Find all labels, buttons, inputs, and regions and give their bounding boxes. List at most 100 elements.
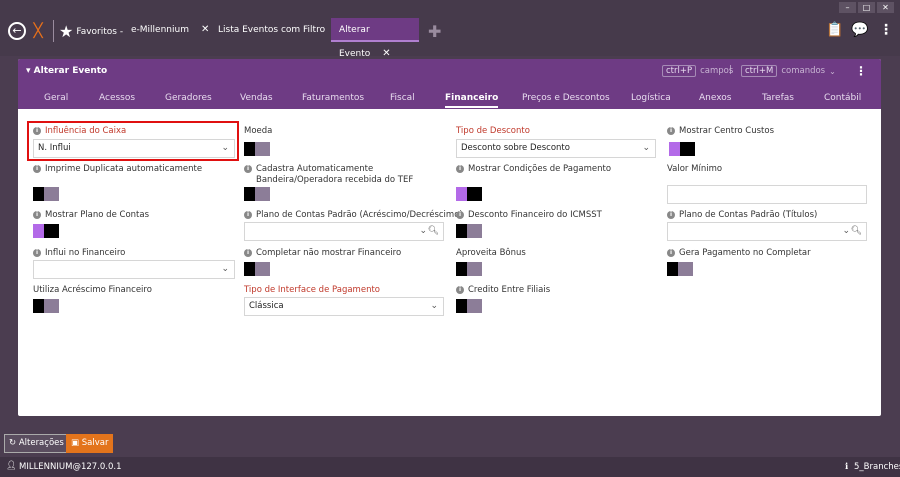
info-icon: ℹ xyxy=(845,462,849,472)
influi-financeiro-select[interactable]: ⌄ xyxy=(33,260,235,279)
tab-fiscal[interactable]: Fiscal xyxy=(390,93,415,103)
plano-acrescimo-select[interactable]: ⌄ 🔍︎ xyxy=(244,222,444,241)
mostrar-centro-custos-toggle[interactable] xyxy=(669,142,695,156)
close-button[interactable]: ✕ xyxy=(877,2,894,13)
shortcut-commands[interactable]: ctrl+M comandos ⌄ xyxy=(741,65,836,77)
tab-geral[interactable]: Geral xyxy=(44,93,68,103)
action-bar xyxy=(0,432,900,455)
alteracoes-button[interactable]: ↻ Alterações xyxy=(4,434,69,453)
shortcut-fields[interactable]: ctrl+P campos xyxy=(662,65,733,77)
tab-precos-descontos[interactable]: Preços e Descontos xyxy=(522,93,610,103)
select-value: Clássica xyxy=(249,301,284,311)
label-text: Plano de Contas Padrão (Acréscimo/Decrés… xyxy=(256,210,463,220)
tab-label: Lista Eventos com Filtro xyxy=(218,25,326,35)
chat-icon[interactable]: 💬 xyxy=(851,22,868,38)
label-text: Mostrar Plano de Contas xyxy=(45,210,150,220)
cadastra-bandeira-toggle[interactable] xyxy=(244,187,270,201)
info-icon: i xyxy=(244,211,252,219)
info-icon: i xyxy=(33,211,41,219)
completar-nao-toggle[interactable] xyxy=(244,262,270,276)
tab-e-millennium[interactable]: e-Millennium ✕ xyxy=(123,18,217,42)
tab-geradores[interactable]: Geradores xyxy=(165,93,212,103)
label-text: Aproveita Bônus xyxy=(456,248,526,258)
panel-menu-icon[interactable]: ⋮ xyxy=(855,64,867,78)
label-gera-pagamento: i Gera Pagamento no Completar xyxy=(667,248,811,259)
favorites-menu[interactable]: ★ Favoritos - xyxy=(59,22,123,41)
panel-title[interactable]: ▾ Alterar Evento xyxy=(26,66,107,76)
label-text: Moeda xyxy=(244,126,273,136)
add-tab-icon[interactable]: ✚ xyxy=(428,22,441,41)
label-text: Valor Mínimo xyxy=(667,164,723,174)
tipo-interface-select[interactable]: Clássica ⌄ xyxy=(244,297,444,316)
star-icon: ★ xyxy=(59,22,74,41)
label-text: Plano de Contas Padrão (Títulos) xyxy=(679,210,818,220)
label-tipo-interface: Tipo de Interface de Pagamento xyxy=(244,285,380,296)
label-influi-financeiro: i Influi no Financeiro xyxy=(33,248,125,259)
info-icon: i xyxy=(456,286,464,294)
tab-tarefas[interactable]: Tarefas xyxy=(762,93,794,103)
more-vertical-icon[interactable]: ⋮ xyxy=(879,22,893,38)
button-label: Alterações xyxy=(18,438,64,448)
user-icon: 👤︎ xyxy=(6,461,17,471)
label-desconto-icmsst: i Desconto Financeiro do ICMSST xyxy=(456,210,602,221)
tab-label: e-Millennium xyxy=(131,25,189,35)
back-arrow-icon[interactable]: ← xyxy=(8,22,26,40)
utiliza-acrescimo-toggle[interactable] xyxy=(33,299,59,313)
status-bar: 👤︎ MILLENNIUM@127.0.0.1 ℹ 5_Branches xyxy=(0,457,900,477)
search-icon[interactable]: 🔍︎ xyxy=(428,223,439,240)
aproveita-bonus-toggle[interactable] xyxy=(456,262,482,276)
label-utiliza-acrescimo: Utiliza Acréscimo Financeiro xyxy=(33,285,152,296)
millennium-logo-icon: ᚷ xyxy=(33,21,44,41)
info-icon: i xyxy=(33,165,41,173)
shortcut-separator: | xyxy=(729,65,732,75)
tab-acessos[interactable]: Acessos xyxy=(99,93,135,103)
label-moeda: Moeda xyxy=(244,126,272,137)
chevron-down-icon: ⌄ xyxy=(842,226,850,236)
tab-anexos[interactable]: Anexos xyxy=(699,93,731,103)
info-icon: i xyxy=(667,211,675,219)
label-text: Utiliza Acréscimo Financeiro xyxy=(33,285,152,295)
label-valor-minimo: Valor Mínimo xyxy=(667,164,722,175)
salvar-button[interactable]: ▣ Salvar xyxy=(66,434,114,453)
label-text: Desconto Financeiro do ICMSST xyxy=(468,210,602,220)
tab-financeiro[interactable]: Financeiro xyxy=(445,93,499,108)
moeda-toggle[interactable] xyxy=(244,142,270,156)
close-icon[interactable]: ✕ xyxy=(201,24,209,35)
info-icon: i xyxy=(456,165,464,173)
label-mostrar-condicoes: i Mostrar Condições de Pagamento xyxy=(456,164,611,175)
plano-titulos-select[interactable]: ⌄ 🔍︎ xyxy=(667,222,867,241)
kbd-key: ctrl+P xyxy=(662,65,697,77)
window-controls: – □ ✕ xyxy=(839,2,894,13)
close-icon[interactable]: ✕ xyxy=(382,48,390,59)
label-aproveita-bonus: Aproveita Bônus xyxy=(456,248,526,259)
clipboard-icon[interactable]: 📋 xyxy=(826,22,843,38)
imprime-duplicata-toggle[interactable] xyxy=(33,187,59,201)
label-text: Mostrar Centro Custos xyxy=(679,126,775,136)
highlight-box xyxy=(27,121,239,161)
search-icon[interactable]: 🔍︎ xyxy=(851,223,862,240)
label-text: Mostrar Condições de Pagamento xyxy=(468,164,612,174)
tab-vendas[interactable]: Vendas xyxy=(240,93,273,103)
info-icon: i xyxy=(667,127,675,135)
mostrar-plano-toggle[interactable] xyxy=(33,224,59,238)
label-text: Imprime Duplicata automaticamente xyxy=(45,164,203,174)
tab-alterar-evento[interactable]: Alterar Evento ✕ xyxy=(331,18,419,59)
desconto-icmsst-toggle[interactable] xyxy=(456,224,482,238)
credito-filiais-toggle[interactable] xyxy=(456,299,482,313)
gera-pagamento-toggle[interactable] xyxy=(667,262,693,276)
tipo-desconto-select[interactable]: Desconto sobre Desconto ⌄ xyxy=(456,139,656,158)
valor-minimo-input[interactable] xyxy=(667,185,867,204)
divider xyxy=(53,20,54,42)
maximize-button[interactable]: □ xyxy=(858,2,875,13)
tab-faturamentos[interactable]: Faturamentos xyxy=(302,93,364,103)
info-icon: i xyxy=(456,211,464,219)
history-icon: ↻ xyxy=(9,438,17,448)
user-connection: MILLENNIUM@127.0.0.1 xyxy=(19,462,122,472)
chevron-down-icon: ⌄ xyxy=(642,143,650,153)
info-icon: i xyxy=(667,249,675,257)
tab-logistica[interactable]: Logística xyxy=(631,93,671,103)
mostrar-condicoes-toggle[interactable] xyxy=(456,187,482,201)
tab-contabil[interactable]: Contábil xyxy=(824,93,861,103)
minimize-button[interactable]: – xyxy=(839,2,856,13)
panel-title-text: Alterar Evento xyxy=(33,66,108,76)
